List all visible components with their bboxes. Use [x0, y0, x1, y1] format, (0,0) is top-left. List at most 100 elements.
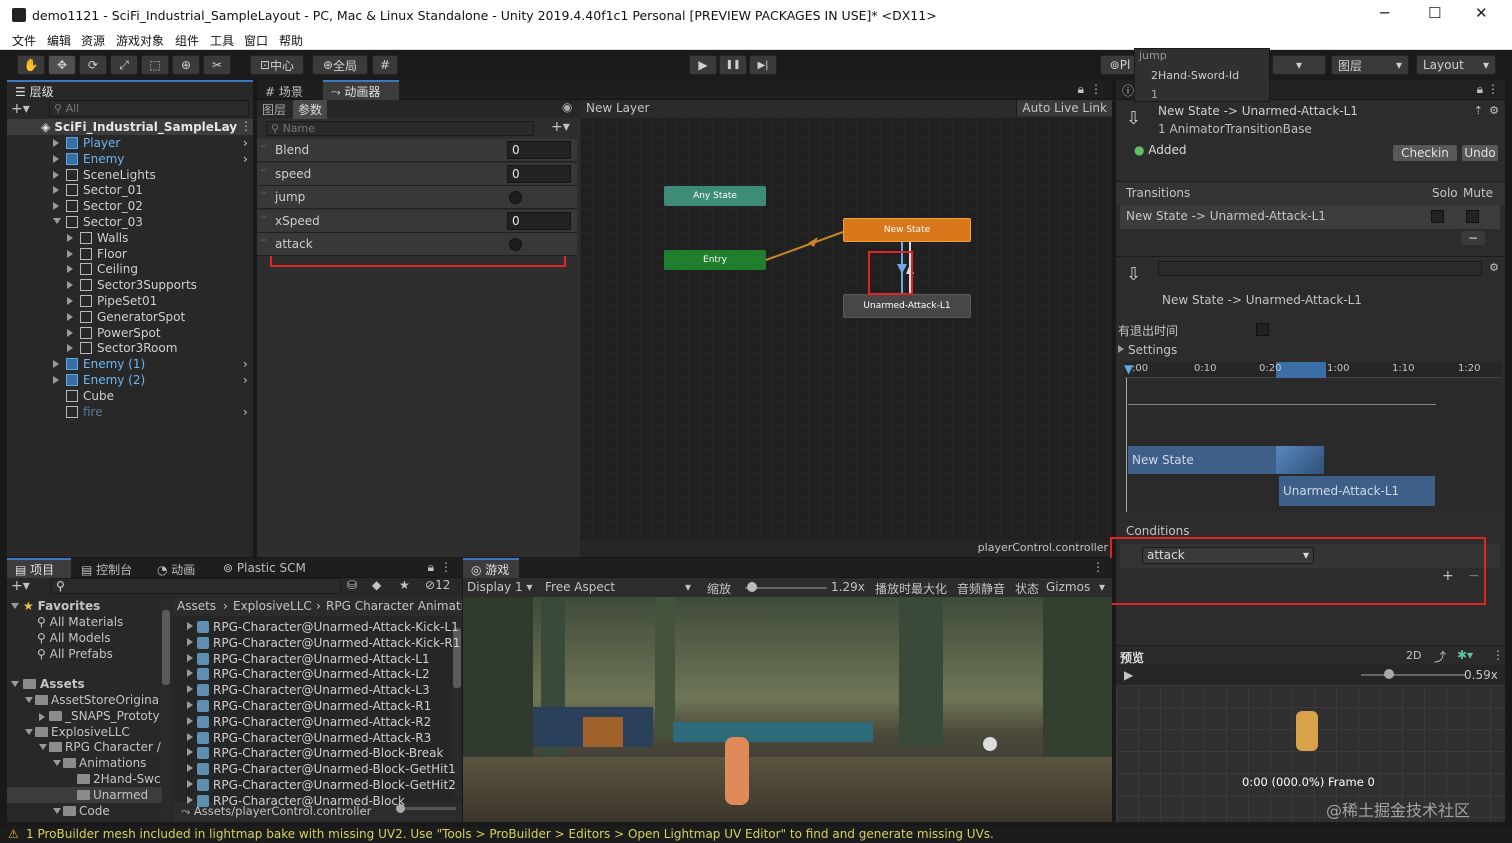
- fav-all-materials[interactable]: ⚲ All Materials: [37, 614, 123, 630]
- chevron-right-icon[interactable]: [53, 170, 59, 179]
- hierarchy-item[interactable]: Cube: [7, 388, 253, 404]
- drag-handle-icon[interactable]: ═: [261, 213, 266, 223]
- param-value-field[interactable]: 0: [507, 211, 571, 230]
- mute-audio[interactable]: 音频静音: [957, 580, 1005, 597]
- gear-icon[interactable]: ⚙: [1489, 104, 1499, 117]
- lock-icon[interactable]: 🔒︎: [1477, 82, 1483, 97]
- hierarchy-item[interactable]: Enemy ›: [7, 151, 253, 167]
- popup-item-sword[interactable]: 2Hand-Sword-Id: [1151, 69, 1239, 82]
- chevron-right-icon[interactable]: [187, 622, 193, 630]
- avatar-icon[interactable]: ✱▾: [1457, 648, 1473, 662]
- pin-icon[interactable]: ⇡: [1474, 104, 1483, 117]
- hierarchy-item[interactable]: Player ›: [7, 135, 253, 151]
- layers-dropdown-left[interactable]: ▾: [1272, 55, 1326, 75]
- chevron-down-icon[interactable]: [39, 744, 47, 751]
- menu-gameobject[interactable]: 游戏对象: [116, 32, 164, 49]
- project-tree-item[interactable]: Animations: [7, 755, 162, 771]
- project-tree-item[interactable]: ExplosiveLLC: [7, 724, 162, 740]
- tree-scroll-thumb[interactable]: [162, 610, 170, 685]
- scene-row[interactable]: ◈ SciFi_Industrial_SampleLay ⋮: [7, 119, 253, 135]
- project-tree-item[interactable]: Code: [7, 803, 162, 819]
- project-tree-item[interactable]: _SNAPS_Prototy: [7, 708, 162, 724]
- drag-handle-icon[interactable]: ═: [261, 189, 266, 199]
- pause-button[interactable]: ❚❚: [719, 55, 747, 75]
- chevron-right-icon[interactable]: [187, 716, 193, 725]
- menu-window[interactable]: 窗口: [244, 32, 268, 49]
- minimize-button[interactable]: ─: [1380, 4, 1389, 22]
- favorites-row[interactable]: ★ Favorites: [11, 598, 100, 614]
- drag-handle-icon[interactable]: ═: [261, 236, 266, 246]
- label-icon[interactable]: ◆: [372, 578, 381, 592]
- chevron-down-icon[interactable]: [53, 807, 61, 814]
- close-button[interactable]: ✕: [1475, 4, 1488, 22]
- popup-item-1[interactable]: 1: [1151, 88, 1158, 101]
- hierarchy-item[interactable]: Floor: [7, 246, 253, 262]
- eye-icon[interactable]: ◉: [562, 100, 572, 114]
- timeline-clip-unarmed[interactable]: Unarmed-Attack-L1: [1279, 476, 1435, 506]
- more-icon[interactable]: ⋮: [1492, 648, 1504, 662]
- add-button[interactable]: +▾: [11, 101, 30, 117]
- chevron-right-icon[interactable]: [187, 795, 193, 804]
- remove-transition-button[interactable]: −: [1460, 230, 1486, 246]
- chevron-right-icon[interactable]: [53, 360, 59, 369]
- preview-2d-button[interactable]: 2D: [1406, 649, 1421, 662]
- pivot-icon[interactable]: ⤴: [1434, 648, 1446, 665]
- tab-game[interactable]: ◎ 游戏: [463, 558, 519, 578]
- popup-item-jump[interactable]: jump: [1139, 49, 1167, 62]
- transform-tool-icon[interactable]: ⊕: [172, 55, 200, 75]
- preview-speed-slider[interactable]: [1361, 674, 1466, 676]
- hierarchy-item[interactable]: Sector_01: [7, 182, 253, 198]
- project-tree-item[interactable]: Unarmed: [7, 786, 162, 803]
- gear-icon[interactable]: ⚙: [1489, 261, 1499, 274]
- checkin-button[interactable]: Checkin: [1392, 144, 1458, 162]
- animator-graph[interactable]: New Layer Auto Live Link Any State Entry…: [580, 100, 1112, 540]
- has-exit-time-checkbox[interactable]: [1256, 323, 1269, 336]
- chevron-right-icon[interactable]: [53, 186, 59, 195]
- param-row[interactable]: ═ speed 0: [257, 162, 577, 186]
- chevron-right-icon[interactable]: [187, 653, 193, 662]
- hierarchy-item[interactable]: PipeSet01: [7, 293, 253, 309]
- chevron-right-icon[interactable]: [67, 328, 73, 337]
- tree-scrollbar[interactable]: [162, 598, 170, 822]
- chevron-down-icon[interactable]: [25, 697, 33, 703]
- transition-name-field[interactable]: [1158, 261, 1482, 276]
- chevron-right-icon[interactable]: [187, 780, 193, 788]
- hierarchy-item[interactable]: Sector_02: [7, 198, 253, 214]
- tab-hierarchy[interactable]: ☰ 层级: [7, 80, 253, 100]
- chevron-right-icon[interactable]: [53, 202, 59, 211]
- chevron-down-icon[interactable]: [39, 712, 45, 721]
- param-trigger-toggle[interactable]: [509, 238, 522, 252]
- hierarchy-item[interactable]: Sector3Room: [7, 340, 253, 356]
- stats-button[interactable]: 状态: [1015, 580, 1039, 597]
- chevron-right-icon[interactable]: ›: [243, 151, 248, 167]
- menu-file[interactable]: 文件: [12, 32, 36, 49]
- tab-animation[interactable]: ◔ 动画: [149, 558, 203, 578]
- fav-all-prefabs[interactable]: ⚲ All Prefabs: [37, 646, 113, 662]
- settings-foldout[interactable]: Settings: [1118, 343, 1177, 357]
- asset-item[interactable]: RPG-Character@Unarmed-Attack-L3: [187, 682, 430, 698]
- hierarchy-item[interactable]: fire ›: [7, 404, 253, 420]
- chevron-right-icon[interactable]: [67, 249, 73, 258]
- more-icon[interactable]: ⋮: [440, 560, 452, 574]
- icon-size-slider[interactable]: [396, 807, 456, 810]
- menu-help[interactable]: 帮助: [279, 32, 303, 49]
- chevron-right-icon[interactable]: [67, 281, 73, 290]
- asset-item[interactable]: RPG-Character@Unarmed-Attack-L2: [187, 666, 430, 682]
- drag-handle-icon[interactable]: ═: [261, 166, 266, 176]
- param-row[interactable]: ═ Blend 0: [257, 139, 577, 162]
- chevron-right-icon[interactable]: [67, 297, 73, 305]
- asset-item[interactable]: RPG-Character@Unarmed-Attack-L1: [187, 651, 430, 667]
- grid-snap-icon[interactable]: #: [372, 55, 398, 75]
- chevron-right-icon[interactable]: [187, 701, 193, 709]
- param-value-field[interactable]: 0: [507, 141, 571, 159]
- asset-item[interactable]: RPG-Character@Unarmed-Block-GetHit2: [187, 777, 456, 793]
- param-search[interactable]: ⚲ Name: [266, 121, 534, 136]
- game-viewport[interactable]: [463, 597, 1112, 822]
- chevron-right-icon[interactable]: [187, 685, 193, 694]
- project-search[interactable]: ⚲: [51, 578, 341, 594]
- hierarchy-item[interactable]: SceneLights: [7, 167, 253, 183]
- preview-play-button[interactable]: ▶: [1124, 668, 1133, 682]
- tab-scene[interactable]: # 场景: [257, 80, 311, 100]
- project-tree-item[interactable]: RPG Character /: [7, 739, 162, 755]
- asset-item[interactable]: RPG-Character@Unarmed-Block: [187, 793, 405, 809]
